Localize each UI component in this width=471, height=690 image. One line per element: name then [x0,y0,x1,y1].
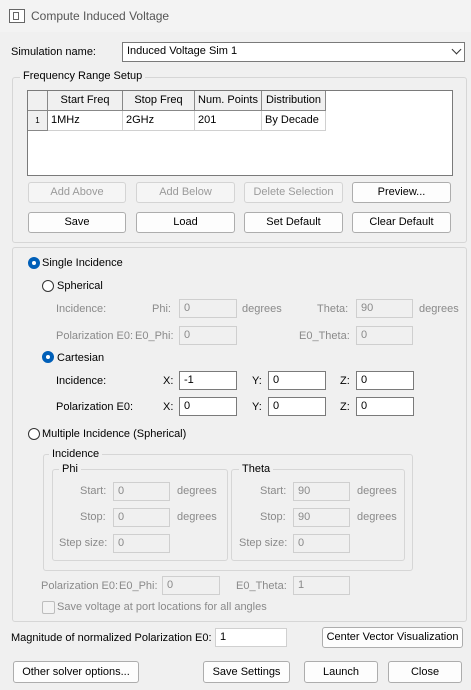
cell-start-freq[interactable]: 1MHz [48,111,123,131]
magnitude-label: Magnitude of normalized Polarization E0: [11,632,212,644]
single-incidence-label: Single Incidence [42,257,123,269]
phi-start-label: Start: [80,485,107,497]
cartesian-radio[interactable] [42,351,54,363]
single-incidence-radio[interactable] [28,257,40,269]
theta-stop-unit: degrees [357,511,397,523]
polarization-x-label: X: [163,401,174,413]
multiple-e0-phi-input[interactable]: 0 [162,576,220,595]
save-voltage-label: Save voltage at port locations for all a… [57,601,267,613]
table-corner-header [28,91,48,111]
save-settings-button[interactable]: Save Settings [203,661,290,683]
save-button[interactable]: Save [28,212,126,233]
polarization-y-input[interactable]: 0 [268,397,326,416]
column-header-distribution[interactable]: Distribution [262,91,326,111]
column-header-stop-freq[interactable]: Stop Freq [123,91,195,111]
load-button[interactable]: Load [136,212,235,233]
center-vector-visualization-button[interactable]: Center Vector Visualization [322,627,463,648]
window-title: Compute Induced Voltage [31,9,170,23]
frequency-table[interactable]: Start Freq Stop Freq Num. Points Distrib… [27,90,453,176]
add-above-button[interactable]: Add Above [28,182,126,203]
theta-stop-input[interactable]: 90 [293,508,350,527]
theta-start-input[interactable]: 90 [293,482,350,501]
multiple-incidence-title: Incidence [49,448,103,460]
spherical-theta-label: Theta: [317,303,349,315]
launch-button[interactable]: Launch [304,661,378,683]
incidence-z-input[interactable]: 0 [356,371,414,390]
spherical-e0-theta-label: E0_Theta: [299,330,350,342]
spherical-polarization-label: Polarization E0: [56,330,134,342]
polarization-z-input[interactable]: 0 [356,397,414,416]
delete-selection-button[interactable]: Delete Selection [244,182,343,203]
column-header-start-freq[interactable]: Start Freq [48,91,123,111]
cell-num-points[interactable]: 201 [195,111,262,131]
theta-step-input[interactable]: 0 [293,534,350,553]
incidence-y-label: Y: [252,375,262,387]
phi-start-input[interactable]: 0 [113,482,170,501]
multiple-e0-theta-input[interactable]: 1 [293,576,350,595]
cartesian-incidence-label: Incidence: [56,375,107,387]
polarization-x-input[interactable]: 0 [179,397,237,416]
multiple-e0-phi-label: E0_Phi: [119,580,158,592]
multiple-incidence-label: Multiple Incidence (Spherical) [42,428,187,440]
simulation-name-label: Simulation name: [11,46,96,58]
theta-step-label: Step size: [239,537,288,549]
multiple-incidence-radio[interactable] [28,428,40,440]
phi-stop-label: Stop: [80,511,106,523]
spherical-phi-input[interactable]: 0 [179,299,237,318]
magnitude-input[interactable]: 1 [215,628,287,647]
set-default-button[interactable]: Set Default [244,212,343,233]
incidence-y-input[interactable]: 0 [268,371,326,390]
phi-step-input[interactable]: 0 [113,534,170,553]
incidence-x-label: X: [163,375,174,387]
clear-default-button[interactable]: Clear Default [352,212,451,233]
spherical-phi-unit: degrees [242,303,282,315]
phi-stop-unit: degrees [177,511,217,523]
other-solver-options-button[interactable]: Other solver options... [13,661,139,683]
phi-stop-input[interactable]: 0 [113,508,170,527]
spherical-label: Spherical [57,280,103,292]
multiple-e0-theta-label: E0_Theta: [236,580,287,592]
spherical-e0-phi-input[interactable]: 0 [179,326,237,345]
multiple-polarization-label: Polarization E0: [41,580,119,592]
close-button[interactable]: Close [388,661,462,683]
spherical-theta-input[interactable]: 90 [356,299,413,318]
polarization-z-label: Z: [340,401,350,413]
simulation-name-value: Induced Voltage Sim 1 [127,45,238,57]
spherical-incidence-label: Incidence: [56,303,107,315]
add-below-button[interactable]: Add Below [136,182,235,203]
theta-start-label: Start: [260,485,287,497]
phi-group-title: Phi [59,463,81,475]
spherical-e0-theta-input[interactable]: 0 [356,326,413,345]
chevron-down-icon[interactable] [451,44,462,55]
theta-group-title: Theta [239,463,274,475]
row-header-1[interactable]: 1 [28,111,48,131]
polarization-y-label: Y: [252,401,262,413]
cartesian-polarization-label: Polarization E0: [56,401,134,413]
cell-stop-freq[interactable]: 2GHz [123,111,195,131]
cartesian-label: Cartesian [57,352,105,364]
theta-start-unit: degrees [357,485,397,497]
preview-button[interactable]: Preview... [352,182,451,203]
cell-distribution[interactable]: By Decade [262,111,326,131]
app-window-icon [9,9,25,23]
spherical-theta-unit: degrees [419,303,459,315]
spherical-phi-label: Phi: [152,303,171,315]
spherical-radio[interactable] [42,280,54,292]
simulation-name-combo[interactable]: Induced Voltage Sim 1 [122,42,465,62]
save-voltage-checkbox[interactable] [42,601,55,614]
phi-start-unit: degrees [177,485,217,497]
column-header-num-points[interactable]: Num. Points [195,91,262,111]
phi-step-label: Step size: [59,537,108,549]
spherical-e0-phi-label: E0_Phi: [135,330,174,342]
incidence-x-input[interactable]: -1 [179,371,237,390]
theta-stop-label: Stop: [260,511,286,523]
frequency-range-title: Frequency Range Setup [20,70,146,82]
incidence-z-label: Z: [340,375,350,387]
